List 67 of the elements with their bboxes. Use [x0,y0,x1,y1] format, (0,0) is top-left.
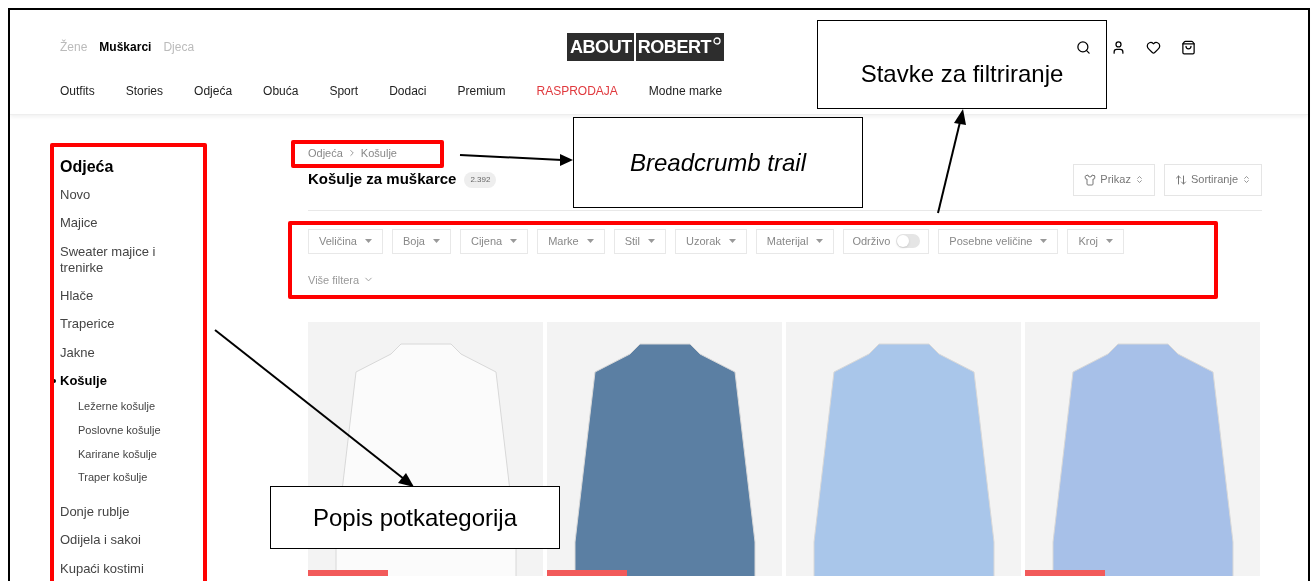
category-link[interactable]: Košulje [60,366,190,395]
updown-icon [1134,175,1144,184]
heart-icon[interactable] [1146,39,1161,55]
nav-link[interactable]: Outfits [60,82,95,100]
caret-icon [648,239,655,243]
annotation-tooltip: Popis potkategorija [270,486,560,549]
nav-link[interactable]: Stories [125,82,164,100]
filter-dropdown[interactable]: Marke [537,228,605,254]
bag-icon[interactable] [1181,39,1196,55]
shirt-icon [1084,173,1097,186]
category-link[interactable]: Jakne [60,338,190,367]
category-link[interactable]: Ležerne košulje [60,395,190,419]
caret-icon [432,239,440,243]
sort-button[interactable]: Sortiranje [1163,163,1262,196]
logo-text: ABOUT [570,35,632,59]
category-link[interactable]: Poslovne košulje [60,418,190,443]
filter-dropdown[interactable]: Veličina [308,228,383,254]
caret-icon [728,239,736,243]
caret-icon [364,239,372,243]
filter-dropdown[interactable]: Boja [391,228,451,254]
category-link[interactable]: Karirane košulje [60,442,190,467]
category-link[interactable]: Traper košulje [60,466,190,490]
category-link[interactable]: Novo [60,181,190,210]
nav-link[interactable]: Sport [329,82,359,100]
annotation-tooltip: Breadcrumb trail [573,117,863,208]
user-icon[interactable] [1111,39,1126,55]
filter-dropdown[interactable]: Kroj [1067,228,1125,254]
registered-icon [713,37,722,45]
nav-link[interactable]: Modne marke [648,82,723,100]
category-link[interactable]: Hlače [60,282,190,311]
toggle-switch[interactable] [896,234,921,248]
nav-link[interactable]: Premium [457,82,506,100]
category-link[interactable]: Kupaći kostimi [60,554,190,581]
breadcrumb-link[interactable]: Odjeća [308,145,343,162]
filter-dropdown[interactable]: Cijena [459,228,529,254]
caret-icon [1106,239,1114,243]
breadcrumb-link[interactable]: Košulje [360,145,397,162]
category-link[interactable]: Traperice [60,310,190,339]
filter-dropdown[interactable]: Stil [613,228,666,254]
result-count: 2.392 [464,171,497,188]
nav-link[interactable]: Odjeća [194,82,233,100]
gender-tab[interactable]: Muškarci [99,38,152,56]
caret-icon [816,239,824,243]
annotation-tooltip: Stavke za filtriranje [817,20,1107,109]
caret-icon [510,239,518,243]
category-link[interactable]: Odijela i sakoi [60,526,190,555]
caret-icon [1040,239,1048,243]
filter-dropdown[interactable]: Materijal [755,228,835,254]
nav-link[interactable]: Obuća [263,82,299,100]
filter-dropdown[interactable]: Uzorak [675,228,747,254]
view-button[interactable]: Prikaz [1073,163,1155,196]
category-link[interactable]: Majice [60,209,190,238]
category-link[interactable]: Donje rublje [60,498,190,527]
page-title: Košulje za muškarce [308,169,457,190]
nav-link[interactable]: Dodaci [389,82,427,100]
category-link[interactable]: Sweater majice i trenirke [60,237,190,282]
sort-icon [1174,173,1187,186]
sidebar-title: Odjeća [60,157,115,177]
filter-dropdown[interactable]: Posebne veličine [938,228,1059,254]
filter-toggle[interactable]: Održivo [843,228,930,254]
nav-link[interactable]: RASPRODAJA [536,82,618,100]
search-icon[interactable] [1076,39,1091,55]
updown-icon [1242,175,1251,184]
bullet-icon [52,378,56,383]
logo-text: ROBERT [637,35,712,59]
caret-icon [586,239,594,243]
logo[interactable]: ABOUT ROBERT [567,33,725,61]
